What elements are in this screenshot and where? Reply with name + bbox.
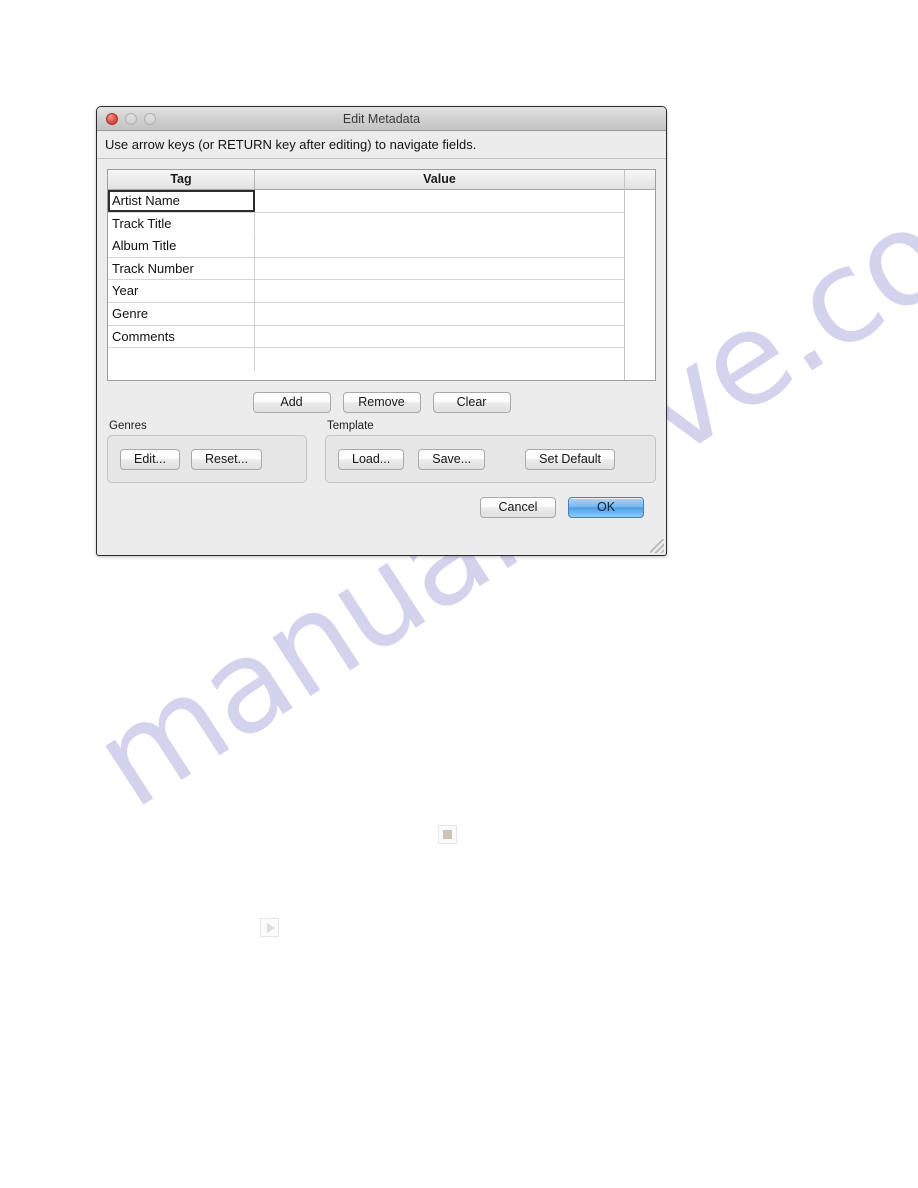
add-button[interactable]: Add	[252, 392, 331, 413]
value-cell[interactable]	[255, 235, 624, 257]
dialog-footer: Cancel OK	[107, 483, 656, 518]
window-controls	[106, 107, 156, 130]
template-group: Template Load... Save... Set Default	[325, 420, 656, 483]
template-group-buttons: Load... Save... Set Default	[338, 449, 643, 470]
tag-cell[interactable]: Album Title	[108, 235, 255, 257]
genres-edit-button[interactable]: Edit...	[120, 449, 180, 470]
play-icon	[260, 918, 279, 937]
tag-cell[interactable]: Genre	[108, 302, 255, 325]
broken-image-icon	[438, 825, 457, 844]
table-row[interactable]: Album Title	[108, 235, 624, 258]
cancel-button[interactable]: Cancel	[480, 497, 556, 518]
genres-group-buttons: Edit... Reset...	[120, 449, 294, 470]
table-row[interactable]	[108, 348, 624, 371]
value-cell[interactable]	[255, 303, 624, 325]
clear-button[interactable]: Clear	[432, 392, 511, 413]
genres-group: Genres Edit... Reset...	[107, 420, 307, 483]
table-row[interactable]: Artist Name	[108, 190, 624, 213]
tag-cell[interactable]: Artist Name	[108, 190, 255, 212]
value-cell[interactable]	[255, 326, 624, 348]
metadata-table-grid: Tag Value Artist Name Track Title Album …	[108, 170, 624, 380]
template-set-default-button[interactable]: Set Default	[525, 449, 615, 470]
metadata-table[interactable]: Tag Value Artist Name Track Title Album …	[107, 169, 656, 381]
table-row[interactable]: Track Title	[108, 212, 624, 236]
tag-cell[interactable]: Track Number	[108, 257, 255, 280]
template-group-title: Template	[327, 420, 374, 432]
table-row[interactable]: Year	[108, 280, 624, 303]
table-body: Artist Name Track Title Album Title Trac…	[108, 190, 624, 380]
play-icon-glyph	[266, 922, 275, 933]
table-row[interactable]: Comments	[108, 325, 624, 349]
broken-image-icon-glyph	[443, 830, 452, 839]
minimize-button	[125, 112, 137, 125]
table-row[interactable]: Genre	[108, 302, 624, 326]
value-cell[interactable]	[255, 213, 624, 235]
resize-grip[interactable]	[650, 539, 664, 553]
table-gutter-header	[625, 170, 655, 190]
window-title: Edit Metadata	[342, 111, 421, 126]
column-header-value[interactable]: Value	[255, 170, 624, 189]
template-save-button[interactable]: Save...	[418, 449, 486, 470]
close-button[interactable]	[106, 112, 118, 125]
genres-group-title: Genres	[109, 420, 147, 432]
title-bar: Edit Metadata	[97, 107, 666, 131]
tag-cell[interactable]: Track Title	[108, 212, 255, 235]
row-action-buttons: Add Remove Clear	[107, 392, 656, 413]
tag-cell[interactable]	[108, 348, 255, 371]
dialog-body: Tag Value Artist Name Track Title Album …	[97, 159, 666, 518]
zoom-button	[144, 112, 156, 125]
table-row[interactable]: Track Number	[108, 257, 624, 281]
table-header-row: Tag Value	[108, 170, 624, 190]
genres-reset-button[interactable]: Reset...	[190, 449, 263, 470]
ok-button[interactable]: OK	[568, 497, 644, 518]
remove-button[interactable]: Remove	[342, 392, 421, 413]
edit-metadata-dialog: Edit Metadata Use arrow keys (or RETURN …	[96, 106, 667, 556]
value-cell[interactable]	[255, 258, 624, 280]
value-cell[interactable]	[255, 348, 624, 371]
tag-cell[interactable]: Comments	[108, 325, 255, 348]
instruction-text: Use arrow keys (or RETURN key after edit…	[97, 131, 666, 159]
tag-cell[interactable]: Year	[108, 280, 255, 302]
column-header-tag[interactable]: Tag	[108, 170, 255, 189]
table-scrollbar-gutter[interactable]	[624, 170, 655, 380]
template-load-button[interactable]: Load...	[338, 449, 405, 470]
value-cell[interactable]	[255, 190, 624, 212]
group-boxes: Genres Edit... Reset... Template Load...…	[107, 420, 656, 483]
value-cell[interactable]	[255, 280, 624, 302]
